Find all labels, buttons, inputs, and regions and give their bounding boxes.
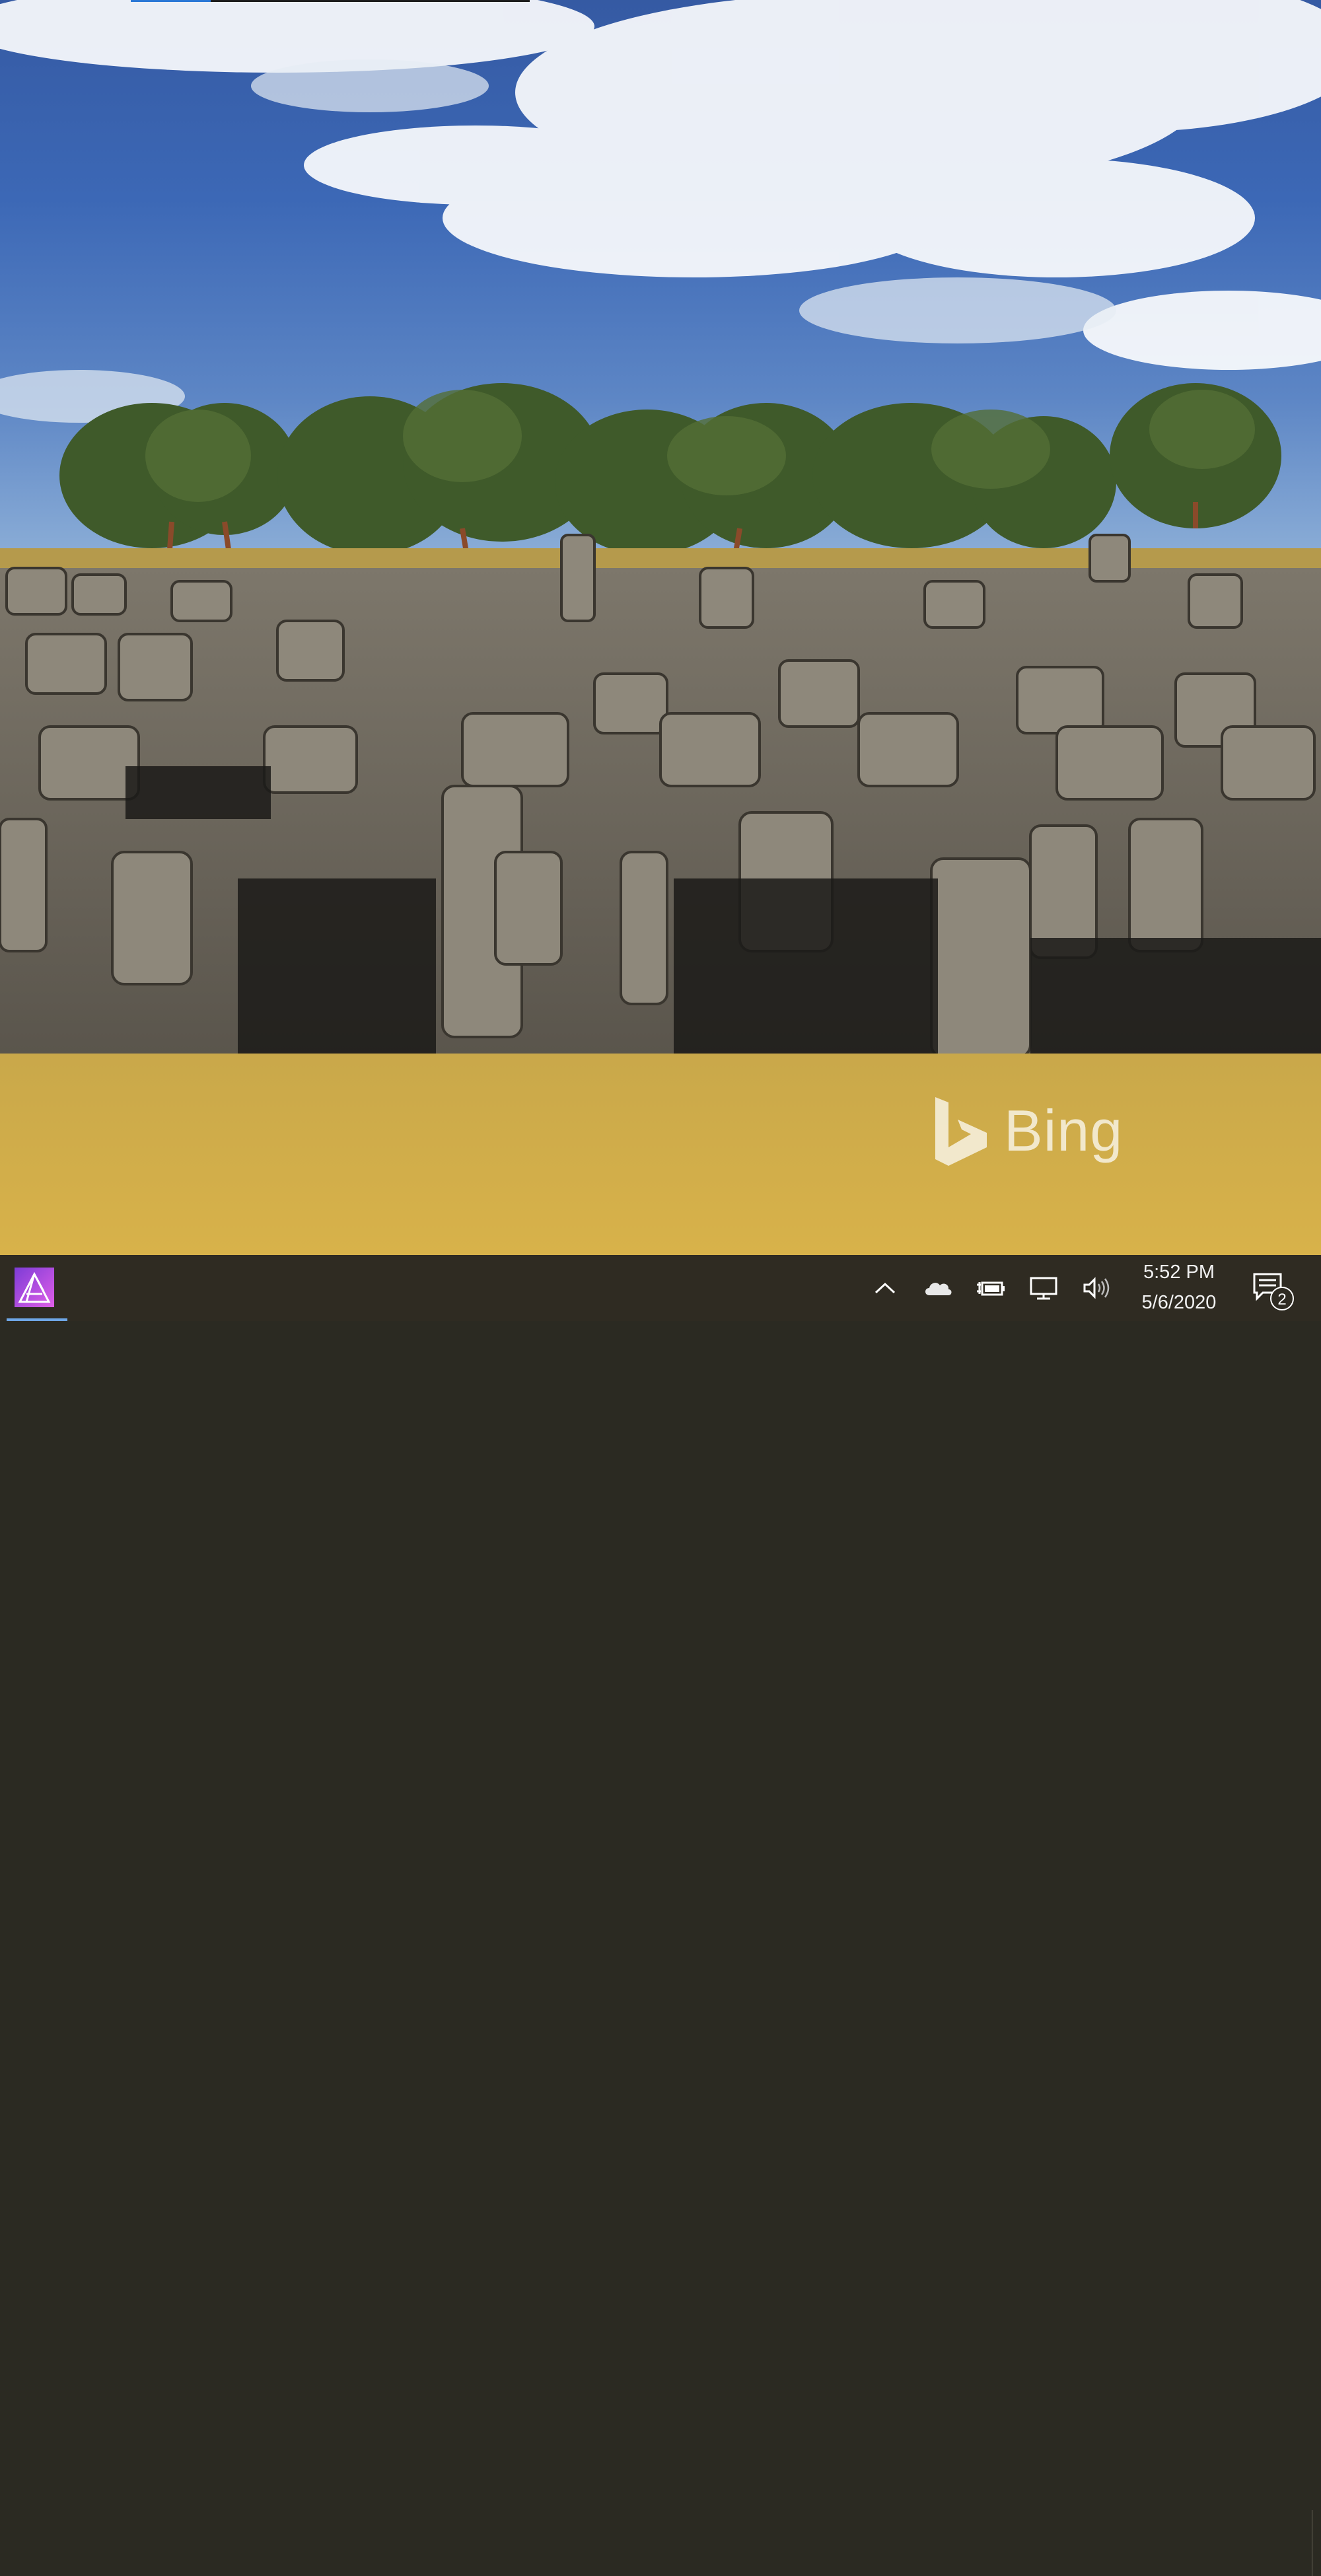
network-monitor-icon [1030,1277,1057,1300]
bing-logo-icon [935,1097,987,1166]
active-app-indicator [7,1318,67,1321]
show-hidden-icons-button[interactable] [871,1255,900,1321]
taskbar-app-affinity-photo[interactable] [0,1255,67,1321]
battery-plug-icon [977,1281,1005,1296]
loading-progress-bar [131,0,530,2]
taskbar: 5:52 PM 5/6/2020 [0,1255,1321,2576]
show-desktop-button[interactable] [1312,2510,1321,2576]
chevron-up-icon [875,1282,896,1294]
onedrive-cloud-icon [925,1283,952,1295]
bing-watermark: Bing [931,1093,1123,1169]
power-tray-button[interactable] [972,1255,1009,1321]
affinity-photo-icon [15,1268,54,1307]
wallpaper-image [0,0,1321,1255]
desktop[interactable]: Bing [0,0,1321,1255]
bing-watermark-text: Bing [1004,1098,1124,1163]
speaker-icon [1083,1277,1110,1299]
taskbar-clock[interactable]: 5:52 PM 5/6/2020 [1123,1255,1235,1321]
onedrive-tray-button[interactable] [919,1255,956,1321]
clock-time: 5:52 PM [1143,1262,1215,1283]
loading-progress-fill [131,0,211,2]
volume-tray-button[interactable] [1078,1255,1115,1321]
notification-count-badge: 2 [1270,1287,1294,1310]
network-tray-button[interactable] [1025,1255,1062,1321]
clock-date: 5/6/2020 [1141,1292,1217,1313]
